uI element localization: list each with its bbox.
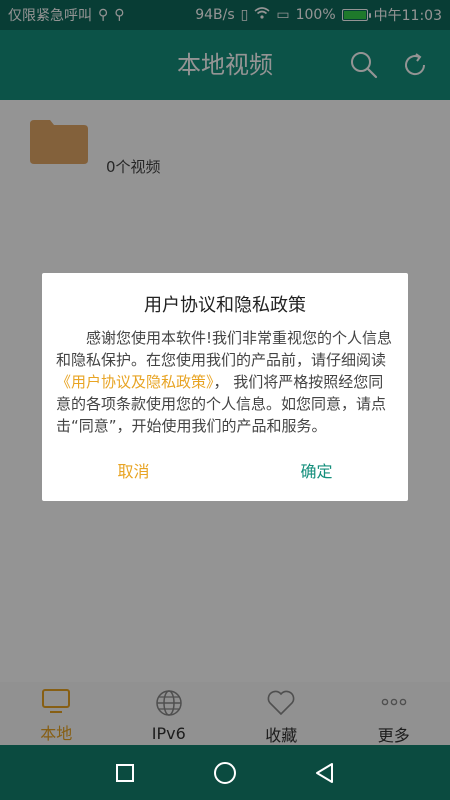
dialog-body-text: 感谢您使用本软件!我们非常重视您的个人信息和隐私保护。在您使用我们的产品前，请仔… [56,329,393,369]
back-button[interactable] [275,745,375,800]
cancel-button[interactable]: 取消 [42,457,225,487]
dialog-body: 感谢您使用本软件!我们非常重视您的个人信息和隐私保护。在您使用我们的产品前，请仔… [56,327,394,437]
dialog-actions: 取消 确定 [42,457,408,487]
recents-button[interactable] [75,745,175,800]
dialog-title: 用户协议和隐私政策 [144,295,306,316]
privacy-dialog: 用户协议和隐私政策 感谢您使用本软件!我们非常重视您的个人信息和隐私保护。在您使… [42,273,408,501]
confirm-button[interactable]: 确定 [225,457,408,487]
system-nav-bar [0,745,450,800]
home-button[interactable] [175,745,275,800]
privacy-policy-link[interactable]: 《用户协议及隐私政策》 [56,373,214,391]
